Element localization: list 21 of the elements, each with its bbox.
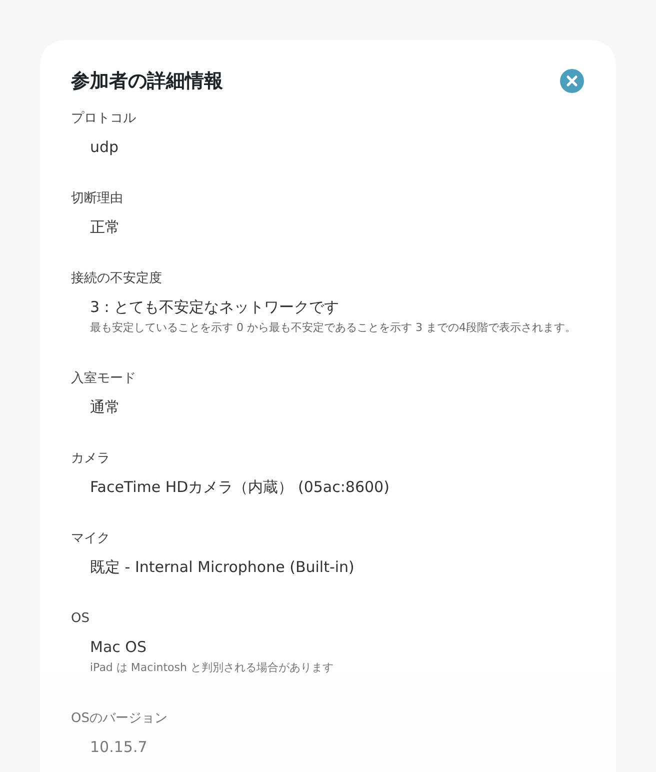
field-value: Mac OS xyxy=(89,637,148,658)
field-value: 3 : とても不安定なネットワークです xyxy=(89,297,340,318)
field-value: 10.15.7 xyxy=(89,737,148,758)
field-label: 入室モード xyxy=(71,370,137,388)
field-label: 接続の不安定度 xyxy=(71,270,163,288)
field-value: 通常 xyxy=(89,397,121,418)
field-label: プロトコル xyxy=(71,110,137,128)
field-note: 最も安定していることを示す 0 から最も不安定であることを示す 3 までの4段階で表示されます。 xyxy=(89,320,577,336)
field-label: OSのバージョン xyxy=(71,710,168,728)
field-label: マイク xyxy=(71,530,111,548)
dialog-title: 参加者の詳細情報 xyxy=(71,69,223,94)
field-label: OS xyxy=(71,610,90,628)
field-value: udp xyxy=(89,137,120,158)
close-icon xyxy=(559,68,585,94)
field-label: カメラ xyxy=(71,450,111,468)
field-value: 既定 - Internal Microphone (Built-in) xyxy=(89,557,356,578)
field-value: 正常 xyxy=(89,217,121,238)
close-button[interactable] xyxy=(559,68,585,94)
field-note: iPad は Macintosh と判別される場合があります xyxy=(89,660,334,676)
field-label: 切断理由 xyxy=(71,190,124,208)
field-value: FaceTime HDカメラ（内蔵） (05ac:8600) xyxy=(89,477,390,498)
